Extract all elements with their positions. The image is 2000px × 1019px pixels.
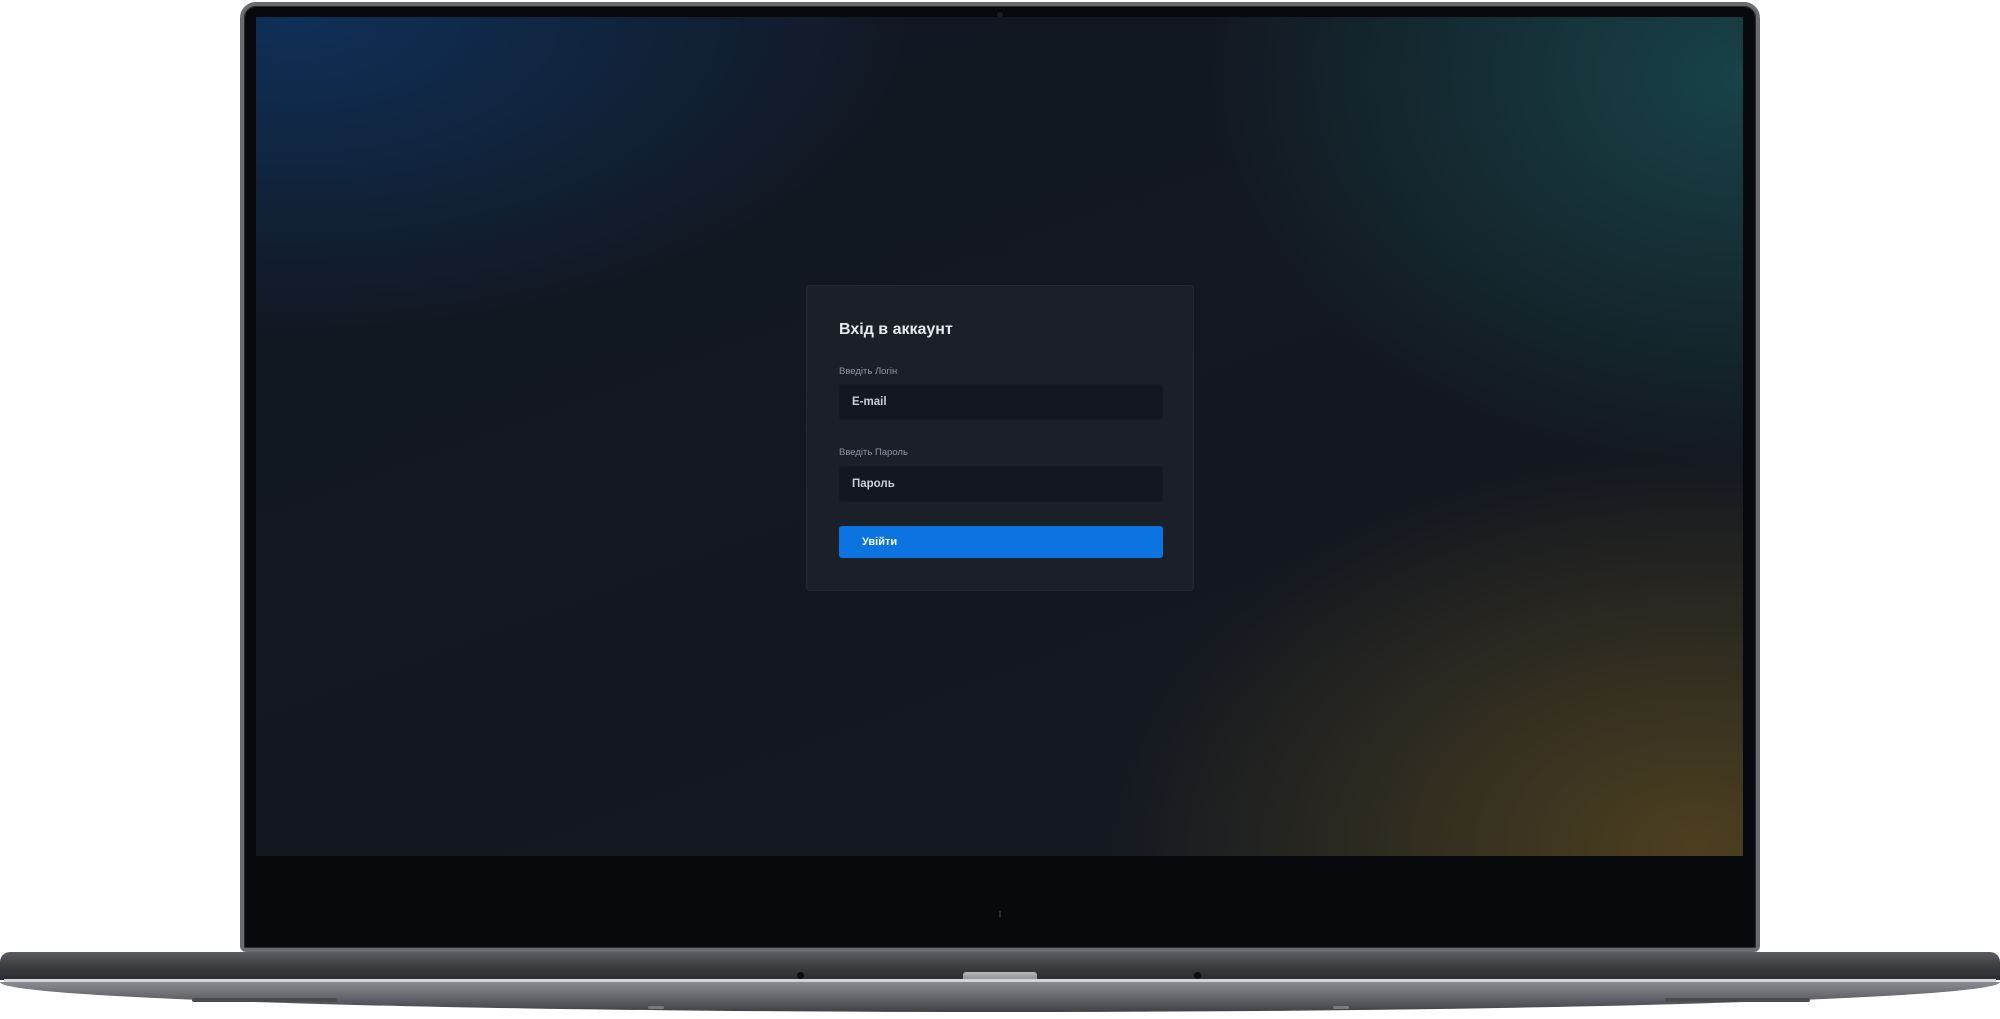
password-field-label: Введіть Пароль xyxy=(839,447,908,458)
foot-right xyxy=(1333,1006,1349,1009)
laptop-base xyxy=(0,952,2000,1019)
laptop-screen: Вхід в аккаунт Введіть Логін Введіть Пар… xyxy=(256,17,1743,856)
login-field-label: Введіть Логін xyxy=(839,366,898,377)
foot-left xyxy=(648,1006,664,1009)
speaker-vent-right xyxy=(1665,998,1810,1002)
hinge-left xyxy=(797,972,804,979)
password-field[interactable] xyxy=(839,466,1163,502)
login-card: Вхід в аккаунт Введіть Логін Введіть Пар… xyxy=(806,285,1194,591)
login-title: Вхід в аккаунт xyxy=(839,321,953,338)
laptop-mockup: Вхід в аккаунт Введіть Логін Введіть Пар… xyxy=(0,0,2000,1019)
email-field[interactable] xyxy=(839,384,1163,420)
login-button[interactable]: Увійти xyxy=(839,526,1163,558)
base-bottom xyxy=(0,982,2000,1012)
speaker-vent-left xyxy=(192,998,337,1002)
hinge-right xyxy=(1194,972,1201,979)
bezel-indicator xyxy=(999,911,1001,917)
